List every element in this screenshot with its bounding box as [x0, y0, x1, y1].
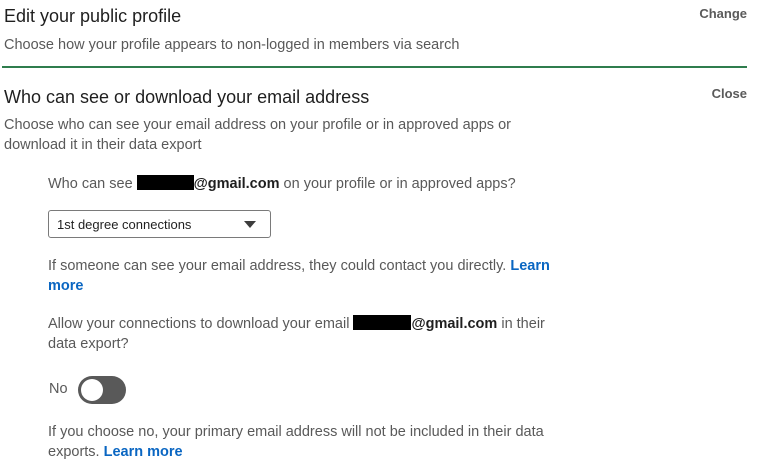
email-domain: @gmail.com	[411, 316, 498, 332]
visibility-question-prefix: Who can see	[48, 176, 133, 192]
download-help: If you choose no, your primary email add…	[48, 422, 578, 462]
public-profile-description: Choose how your profile appears to non-l…	[4, 37, 460, 53]
email-domain: @gmail.com	[193, 176, 280, 192]
visibility-help: If someone can see your email address, t…	[48, 256, 578, 296]
download-learn-more-link[interactable]: Learn more	[104, 444, 183, 460]
public-profile-title: Edit your public profile	[4, 6, 182, 26]
visibility-help-text: If someone can see your email address, t…	[48, 258, 507, 274]
email-visibility-title: Who can see or download your email addre…	[4, 87, 370, 107]
section-divider	[2, 66, 747, 68]
caret-down-icon	[244, 221, 256, 228]
visibility-question-suffix: on your profile or in approved apps?	[283, 176, 516, 192]
redacted-email-username	[136, 175, 194, 190]
public-profile-section: Edit your public profile Choose how your…	[0, 0, 767, 66]
close-button[interactable]: Close	[712, 86, 747, 101]
change-button[interactable]: Change	[699, 6, 747, 21]
download-toggle-label: No	[49, 381, 68, 397]
toggle-knob	[81, 379, 103, 401]
download-toggle-row: No	[48, 376, 148, 404]
download-question-prefix: Allow your connections to download your …	[48, 316, 350, 332]
download-toggle-switch[interactable]	[78, 376, 126, 404]
email-visibility-description: Choose who can see your email address on…	[4, 117, 511, 153]
download-question: Allow your connections to download your …	[48, 314, 573, 354]
visibility-dropdown[interactable]: 1st degree connections	[48, 210, 271, 238]
visibility-question: Who can see @gmail.com on your profile or…	[48, 174, 588, 194]
visibility-dropdown-value: 1st degree connections	[57, 217, 192, 232]
redacted-email-username	[353, 315, 412, 330]
